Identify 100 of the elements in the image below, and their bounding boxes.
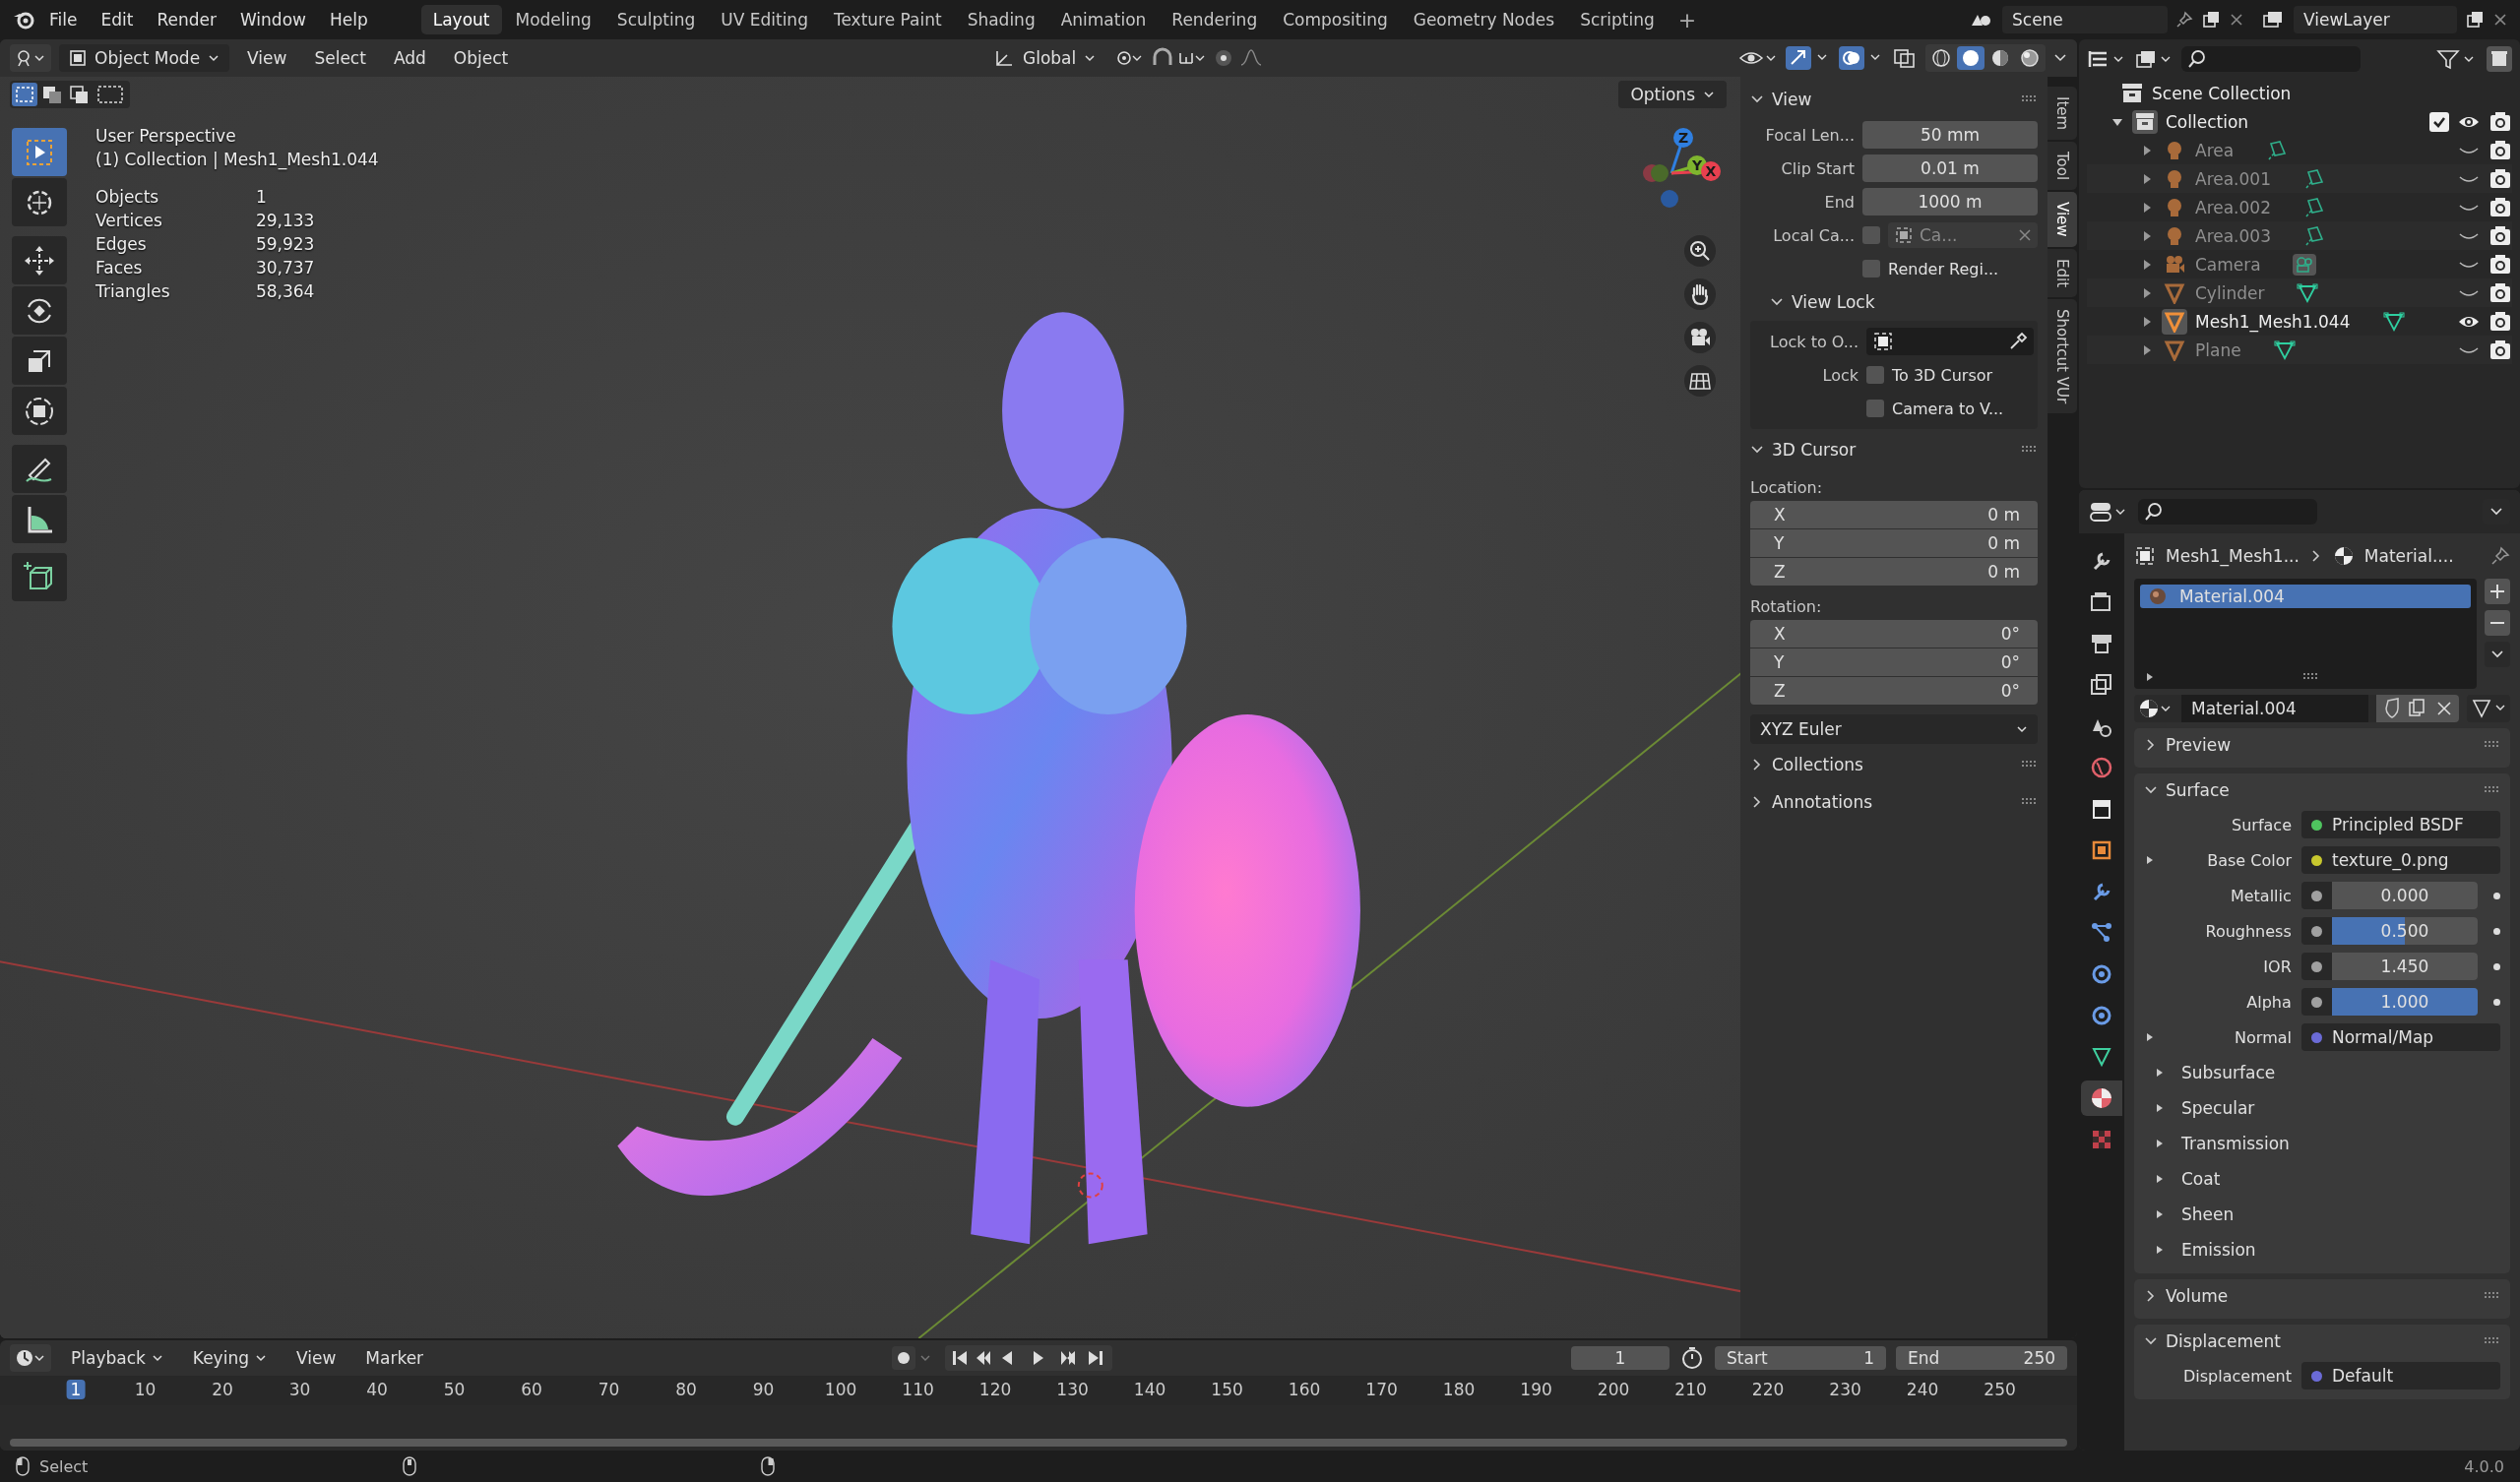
keyframe-dot-icon[interactable]	[2493, 892, 2500, 899]
drag-handle-icon[interactable]	[2485, 1292, 2500, 1300]
workspace-tab[interactable]: Texture Paint	[821, 5, 954, 34]
remove-icon[interactable]	[2485, 610, 2510, 636]
panel-title[interactable]: Surface	[2166, 780, 2230, 800]
number-field[interactable]: 1.450	[2331, 953, 2479, 980]
material-name-field[interactable]: Material.004	[2134, 695, 2459, 722]
new-collection-icon[interactable]	[2487, 46, 2512, 72]
mesh-data-icon[interactable]	[2381, 310, 2406, 333]
menu-dropdown[interactable]: Keying	[182, 1344, 277, 1372]
outliner-item[interactable]: Cylinder	[2195, 282, 2265, 303]
camera-icon[interactable]	[1683, 321, 1717, 354]
close-icon[interactable]	[2229, 12, 2244, 28]
socket-dot-icon[interactable]	[2310, 890, 2322, 901]
breadcrumb-item[interactable]: Mesh1_Mesh1...	[2166, 546, 2300, 566]
light-data-icon[interactable]	[2302, 196, 2326, 218]
section-title[interactable]: Annotations	[1772, 792, 1873, 812]
object-field[interactable]	[1866, 328, 2034, 355]
socket-dot-icon[interactable]	[2310, 925, 2322, 937]
socket-field[interactable]: Normal/Map	[2301, 1023, 2500, 1051]
transform-tool[interactable]	[12, 387, 67, 435]
checkbox[interactable]	[1862, 226, 1880, 244]
socket-dot-icon[interactable]	[2310, 996, 2322, 1008]
keyframe-dot-icon[interactable]	[2493, 998, 2500, 1006]
number-field[interactable]: X 0°	[1750, 620, 2038, 648]
stopwatch-icon[interactable]	[1679, 1345, 1705, 1371]
number-field[interactable]: 0.01 m	[1862, 154, 2038, 182]
scene-selector[interactable]: Scene	[1969, 6, 2244, 33]
mesh-data-icon[interactable]	[2272, 339, 2297, 361]
menu-item[interactable]: Help	[319, 6, 378, 33]
properties-tab[interactable]	[2081, 1081, 2122, 1116]
outliner-item[interactable]: Area.001	[2195, 168, 2271, 189]
rotation-mode-dropdown[interactable]: XYZ Euler	[1750, 714, 2038, 744]
editor-type-button[interactable]	[10, 1344, 51, 1372]
workspace-tab[interactable]: Geometry Nodes	[1401, 5, 1567, 34]
menu-item[interactable]: Object	[443, 44, 519, 72]
subpanel-title[interactable]: Transmission	[2181, 1134, 2290, 1153]
outliner-item[interactable]: Area.003	[2195, 225, 2271, 246]
end-frame-field[interactable]: End 250	[1896, 1346, 2067, 1370]
camera-icon[interactable]	[2488, 196, 2512, 218]
view-layer-selector[interactable]: ViewLayer	[2262, 6, 2508, 33]
eyedropper-icon[interactable]	[2008, 332, 2028, 351]
number-field[interactable]: Y 0°	[1750, 648, 2038, 676]
menu-dropdown[interactable]: Playback	[61, 1344, 173, 1372]
move-tool[interactable]	[12, 236, 67, 284]
camera-icon[interactable]	[2488, 167, 2512, 190]
socket-field[interactable]: texture_0.png	[2301, 846, 2500, 874]
search-field[interactable]	[2181, 46, 2361, 72]
value-slider[interactable]: 0.500	[2331, 917, 2479, 945]
selection-mode-bar[interactable]	[10, 81, 130, 108]
light-data-icon[interactable]	[2302, 167, 2326, 190]
scrollbar[interactable]	[10, 1439, 2067, 1447]
panel-title[interactable]: Displacement	[2166, 1331, 2281, 1351]
number-field[interactable]: 50 mm	[1862, 121, 2038, 149]
duplicate-icon[interactable]	[2465, 10, 2485, 30]
socket-dot-icon[interactable]	[2310, 960, 2322, 972]
outliner-item[interactable]: Area	[2195, 140, 2235, 160]
outliner-item[interactable]: Scene Collection	[2152, 83, 2292, 103]
material-actions-drawing[interactable]	[2376, 695, 2459, 722]
hand-icon[interactable]	[1683, 278, 1717, 311]
outliner-item[interactable]: Collection	[2166, 111, 2249, 132]
close-icon[interactable]	[2492, 12, 2508, 28]
panel-title[interactable]: Preview	[2166, 735, 2232, 755]
orientation-dropdown[interactable]: Global	[983, 44, 1106, 72]
keyframe-dot-icon[interactable]	[2493, 962, 2500, 970]
menu-item[interactable]: View	[285, 1344, 346, 1372]
add-workspace-button[interactable]: +	[1668, 3, 1707, 36]
menu-item[interactable]: Window	[229, 6, 316, 33]
workspace-tab[interactable]: Compositing	[1271, 5, 1400, 34]
menu-item[interactable]: File	[39, 6, 88, 33]
measure-tool[interactable]	[12, 495, 67, 543]
sidebar-tab[interactable]: Tool	[2048, 142, 2077, 191]
camera-icon[interactable]	[2488, 310, 2512, 333]
drag-handle-icon[interactable]	[2022, 798, 2038, 806]
breadcrumb-item[interactable]: Material....	[2363, 546, 2454, 566]
number-field[interactable]: 1000 m	[1862, 188, 2038, 216]
menu-item[interactable]: View	[237, 44, 297, 72]
menu-item[interactable]: Select	[304, 44, 376, 72]
value-slider[interactable]: 0.000	[2331, 882, 2479, 909]
number-field[interactable]: X 0 m	[1750, 501, 2038, 528]
workspace-tab[interactable]: UV Editing	[709, 5, 820, 34]
outliner-item[interactable]: Area.002	[2195, 197, 2271, 217]
camera-icon[interactable]	[2488, 339, 2512, 361]
drag-handle-icon[interactable]	[2022, 446, 2038, 454]
subpanel-title[interactable]: Specular	[2181, 1098, 2255, 1118]
checkbox-label[interactable]: To 3D Cursor	[1866, 365, 1993, 385]
annotate-tool[interactable]	[12, 445, 67, 493]
scale-tool[interactable]	[12, 337, 67, 385]
start-frame-field[interactable]: Start 1	[1715, 1346, 1886, 1370]
drag-handle-icon[interactable]	[2303, 673, 2319, 681]
rotate-tool[interactable]	[12, 286, 67, 335]
workspace-tab[interactable]: Layout	[420, 5, 502, 34]
workspace-tab[interactable]: Animation	[1048, 5, 1159, 34]
add-icon[interactable]	[2485, 579, 2510, 604]
sidebar-tab[interactable]: View	[2048, 192, 2077, 247]
cursor-tool[interactable]	[12, 178, 67, 226]
xray-icon[interactable]	[1892, 47, 1918, 69]
checkbox-label[interactable]: Render Regi...	[1862, 259, 1999, 278]
material-slot[interactable]: Material.004	[2140, 585, 2471, 608]
outliner-item[interactable]: Camera	[2195, 254, 2261, 275]
